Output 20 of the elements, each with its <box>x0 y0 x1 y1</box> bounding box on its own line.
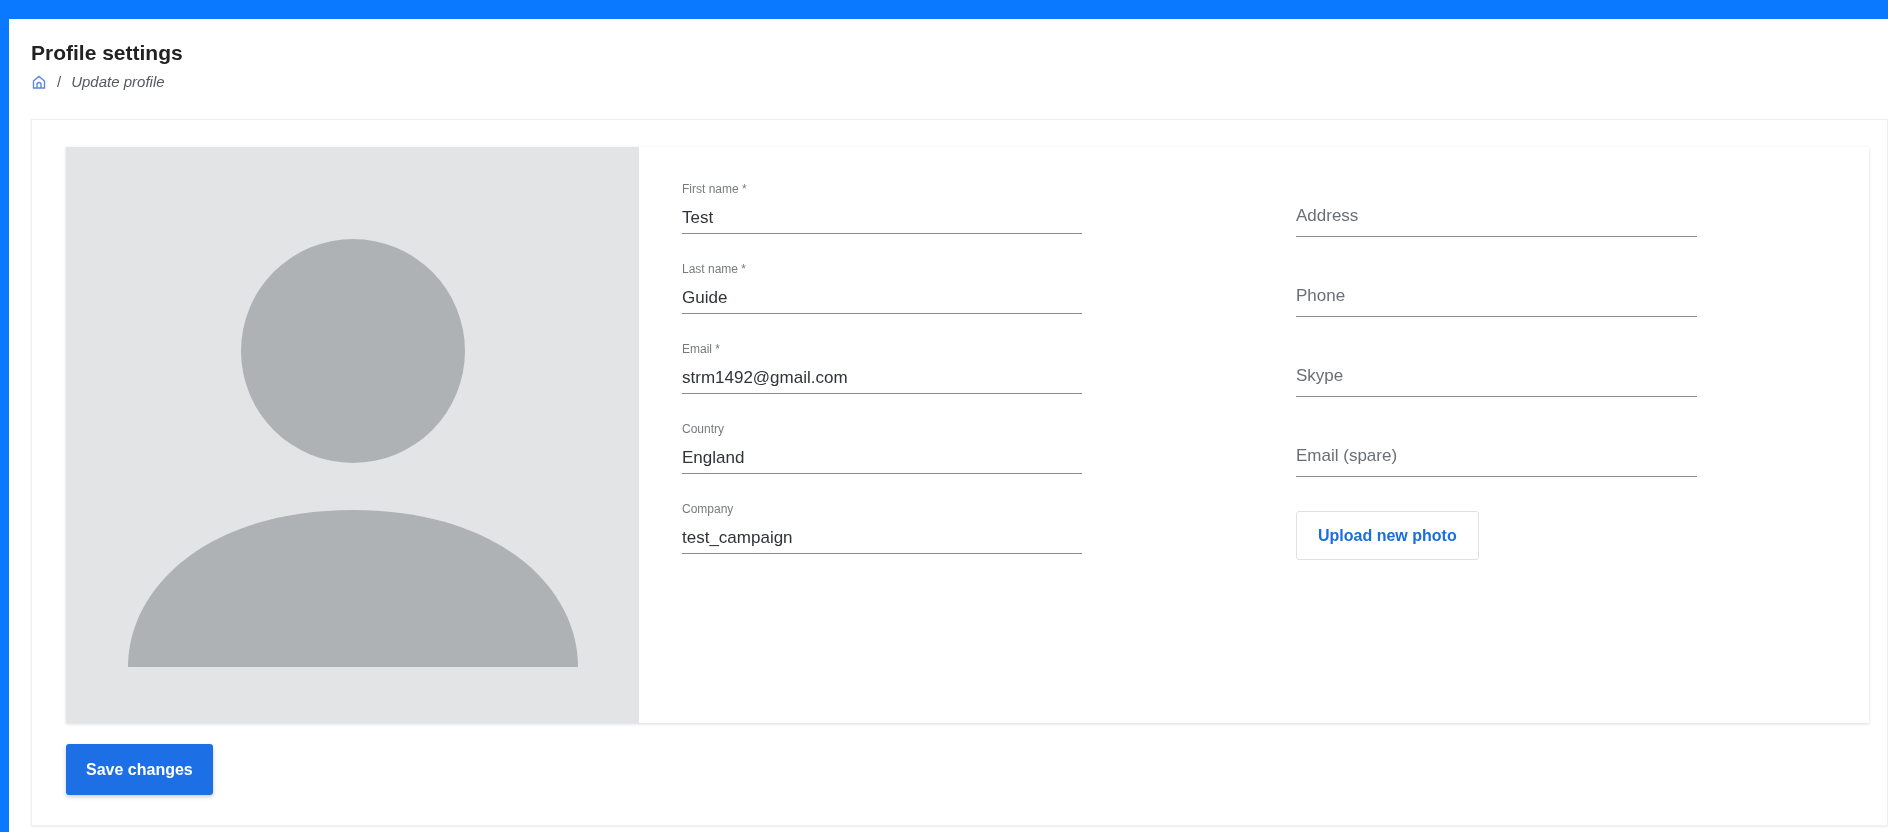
field-label: Company <box>682 501 735 517</box>
breadcrumb-current: Update profile <box>71 71 165 92</box>
upload-photo-button[interactable]: Upload new photo <box>1296 511 1479 560</box>
text-field[interactable]: Email (spare) <box>1296 435 1697 477</box>
field-label: First name * <box>682 181 748 197</box>
field-label: Email * <box>682 341 721 357</box>
text-field[interactable]: Skype <box>1296 355 1697 397</box>
save-changes-button[interactable]: Save changes <box>66 744 213 795</box>
text-field[interactable]: Test <box>682 203 1082 234</box>
home-icon[interactable] <box>31 74 47 90</box>
breadcrumb-separator: / <box>57 71 62 92</box>
text-field[interactable]: test_campaign <box>682 523 1082 554</box>
page-title: Profile settings <box>31 40 184 66</box>
text-field[interactable]: strm1492@gmail.com <box>682 363 1082 394</box>
text-field[interactable]: Address <box>1296 195 1697 237</box>
text-field[interactable]: Phone <box>1296 275 1697 317</box>
field-label: Country <box>682 421 726 437</box>
field-label: Last name * <box>682 261 748 277</box>
text-field[interactable]: England <box>682 443 1082 474</box>
text-field[interactable]: Guide <box>682 283 1082 314</box>
